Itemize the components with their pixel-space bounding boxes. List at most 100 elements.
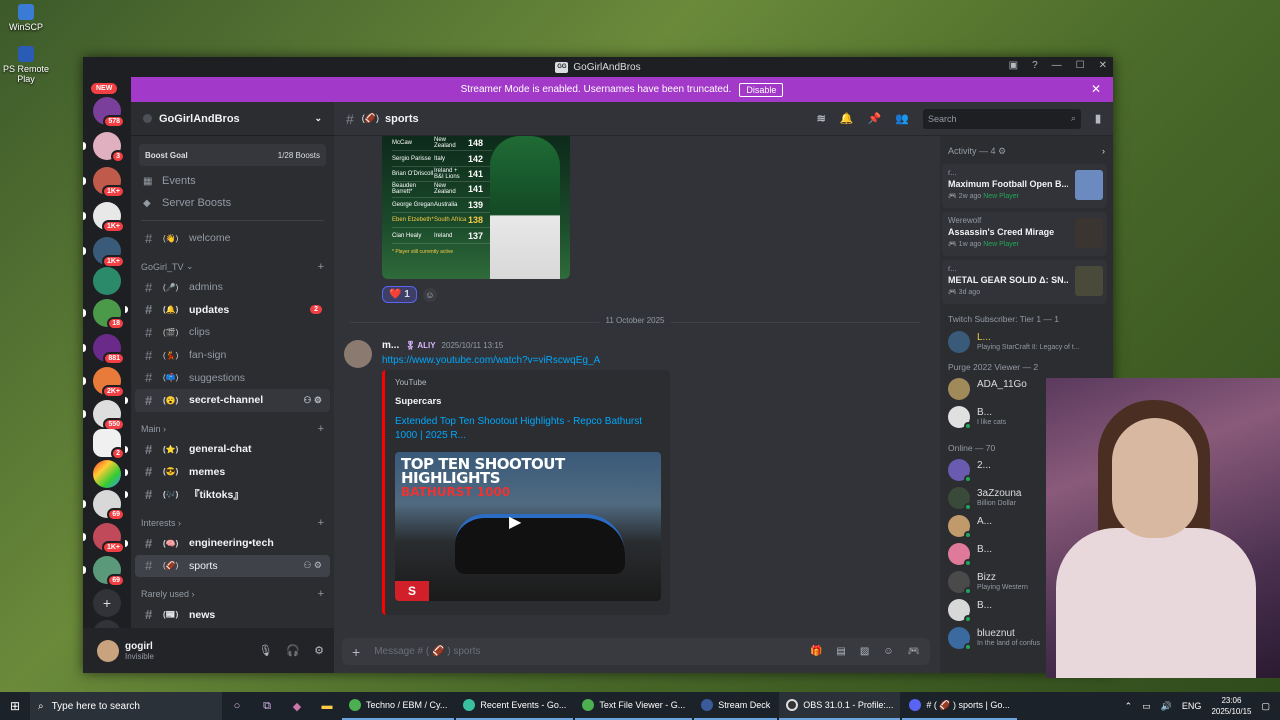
taskbar-app[interactable]: Techno / EBM / Cy...	[342, 692, 455, 720]
channel-welcome[interactable]: # (👋) welcome	[135, 227, 330, 250]
server-icon[interactable]: 69	[83, 490, 125, 521]
embed-title[interactable]: Extended Top Ten Shootout Highlights - R…	[395, 415, 660, 443]
inbox-icon[interactable]: ▮	[1095, 112, 1101, 125]
channel-admins[interactable]: # (🎤) admins	[135, 276, 330, 299]
volume-icon[interactable]: 🔊	[1161, 701, 1172, 712]
activity-header[interactable]: Activity — 4 ⚙ ›	[948, 146, 1105, 157]
member-item[interactable]: L... Playing StarCraft II: Legacy of t...	[948, 330, 1108, 354]
server-icon[interactable]	[93, 460, 121, 488]
headphones-icon[interactable]: 🎧	[286, 644, 300, 657]
embed-author[interactable]: Supercars	[395, 396, 441, 407]
channel-settings-icon[interactable]: ⚇ ⚙	[303, 560, 322, 571]
taskbar-app[interactable]: Stream Deck	[694, 692, 778, 720]
server-icon[interactable]: 1K+	[83, 523, 125, 554]
add-channel-icon[interactable]: +	[318, 423, 324, 435]
server-boosts-link[interactable]: ◆ Server Boosts	[131, 192, 334, 214]
category-interests[interactable]: Interests › +	[131, 514, 334, 532]
channel-general-chat[interactable]: # (⭐) general-chat	[125, 438, 330, 461]
server-icon[interactable]: 550	[83, 400, 125, 431]
server-icon[interactable]	[93, 267, 121, 295]
add-attachment-icon[interactable]: +	[352, 644, 360, 660]
activity-card[interactable]: r... METAL GEAR SOLID Δ: SN... 🎮 3d ago	[942, 260, 1107, 304]
channel-memes[interactable]: # (😎) memes	[125, 461, 330, 484]
close-button[interactable]: ✕	[1099, 60, 1107, 71]
server-icon[interactable]: 578	[93, 97, 125, 128]
add-channel-icon[interactable]: +	[318, 261, 324, 273]
file-explorer-icon[interactable]: ▬	[312, 700, 342, 712]
taskbar-app[interactable]: # ( 🏈 ) sports | Go...	[902, 692, 1017, 720]
emoji-icon[interactable]: ☺	[883, 646, 893, 657]
inbox-icon[interactable]: ▣	[1009, 60, 1018, 71]
microphone-icon[interactable]: 🎙	[258, 644, 272, 657]
pin-icon[interactable]: 📌	[868, 112, 882, 125]
server-icon[interactable]: 1K+	[83, 167, 125, 198]
bell-icon[interactable]: 🔔	[840, 112, 854, 125]
server-icon[interactable]: 881	[83, 334, 125, 365]
channel-clips[interactable]: # (🎬) clips	[135, 321, 330, 344]
members-icon[interactable]: 👥	[895, 112, 909, 125]
message-link[interactable]: https://www.youtube.com/watch?v=viRscwqE…	[382, 355, 600, 366]
maximize-button[interactable]: ☐	[1076, 60, 1085, 71]
server-icon-active[interactable]: 2	[93, 429, 125, 460]
category-gogirl-tv[interactable]: GoGirl_TV ⌄ +	[131, 258, 334, 276]
activity-card[interactable]: Werewolf Assassin's Creed Mirage 🎮 1w ago …	[942, 212, 1107, 256]
disable-button[interactable]: Disable	[739, 82, 784, 97]
avatar[interactable]	[97, 639, 119, 662]
server-icon[interactable]: 1K+	[83, 237, 125, 268]
task-view-icon[interactable]: ⧉	[252, 700, 282, 713]
network-icon[interactable]: ▭	[1142, 701, 1151, 712]
message-composer[interactable]: + Message # ( 🏈 ) sports 🎁 ▤ ▨ ☺ 🎮	[342, 638, 930, 665]
server-icon[interactable]: 1K+	[83, 202, 125, 233]
server-icon[interactable]: 18	[83, 299, 125, 330]
play-icon[interactable]: ▶	[509, 512, 521, 532]
add-channel-icon[interactable]: +	[318, 517, 324, 529]
notifications-icon[interactable]: ▢	[1261, 701, 1270, 712]
activities-icon[interactable]: 🎮	[908, 646, 920, 657]
search-input[interactable]: Search ⌕	[922, 108, 1081, 129]
video-thumbnail[interactable]: TOP TEN SHOOTOUT HIGHLIGHTS BATHURST 100…	[395, 452, 661, 601]
events-link[interactable]: ▦ Events	[131, 170, 334, 192]
desktop-icon-winscp[interactable]: WinSCP	[2, 4, 50, 32]
message-author[interactable]: m...	[382, 340, 399, 351]
threads-icon[interactable]: ≋	[817, 112, 826, 125]
server-icon[interactable]: 2K+	[83, 367, 125, 398]
add-reaction-icon[interactable]: ☺	[422, 287, 437, 302]
gift-icon[interactable]: 🎁	[810, 646, 822, 657]
boost-goal[interactable]: Boost Goal 1/28 Boosts	[139, 144, 326, 166]
server-header[interactable]: GoGirlAndBros ⌄	[131, 102, 334, 136]
clock[interactable]: 23:06 2025/10/15	[1211, 695, 1251, 717]
tray-chevron-icon[interactable]: ⌃	[1125, 701, 1133, 712]
channel-suggestions[interactable]: # (📫) suggestions	[135, 366, 330, 389]
channel-updates[interactable]: # (🔔) updates 2	[125, 298, 330, 321]
taskbar-app[interactable]: Recent Events - Go...	[456, 692, 574, 720]
channel-news[interactable]: # (📰) news	[135, 603, 330, 626]
channel-settings-icon[interactable]: ⚇ ⚙	[303, 395, 322, 406]
server-icon[interactable]: 69	[83, 556, 125, 587]
desktop-icon-ps-remote-play[interactable]: PS Remote Play	[2, 46, 50, 84]
server-icon[interactable]: 3	[83, 132, 125, 163]
taskbar-app[interactable]: Text File Viewer - G...	[575, 692, 693, 720]
channel-tiktoks[interactable]: # (🎶) 『tiktoks』	[125, 483, 330, 506]
channel-fan-sign[interactable]: # (💃) fan-sign	[135, 344, 330, 367]
add-server-icon[interactable]: +	[93, 589, 121, 617]
windows-start-icon[interactable]: ⊞	[0, 699, 30, 713]
avatar[interactable]	[344, 340, 372, 368]
cortana-icon[interactable]: ○	[222, 700, 252, 712]
reaction-heart[interactable]: ❤️ 1	[382, 286, 417, 303]
minimize-button[interactable]: —	[1052, 60, 1062, 71]
category-rarely-used[interactable]: Rarely used › +	[131, 585, 334, 603]
sticker-icon[interactable]: ▨	[860, 646, 869, 657]
channel-secret-channel[interactable]: # (😮) secret-channel ⚇ ⚙	[125, 389, 330, 412]
channel-sports[interactable]: # (🏈) sports ⚇ ⚙	[135, 554, 330, 578]
category-main[interactable]: Main › +	[131, 420, 334, 438]
copilot-icon[interactable]: ◆	[282, 700, 312, 713]
gif-icon[interactable]: ▤	[836, 646, 845, 657]
close-banner-icon[interactable]: ✕	[1091, 82, 1101, 96]
add-channel-icon[interactable]: +	[318, 588, 324, 600]
taskbar-search[interactable]: ⌕ Type here to search	[30, 692, 222, 720]
image-attachment[interactable]: McCaw New Zealand 148 Sergio Parisse Italy 1…	[382, 136, 570, 279]
gear-icon[interactable]: ⚙	[314, 644, 324, 657]
help-icon[interactable]: ?	[1032, 60, 1038, 71]
taskbar-app[interactable]: OBS 31.0.1 - Profile:...	[779, 692, 901, 720]
language-indicator[interactable]: ENG	[1182, 701, 1202, 711]
